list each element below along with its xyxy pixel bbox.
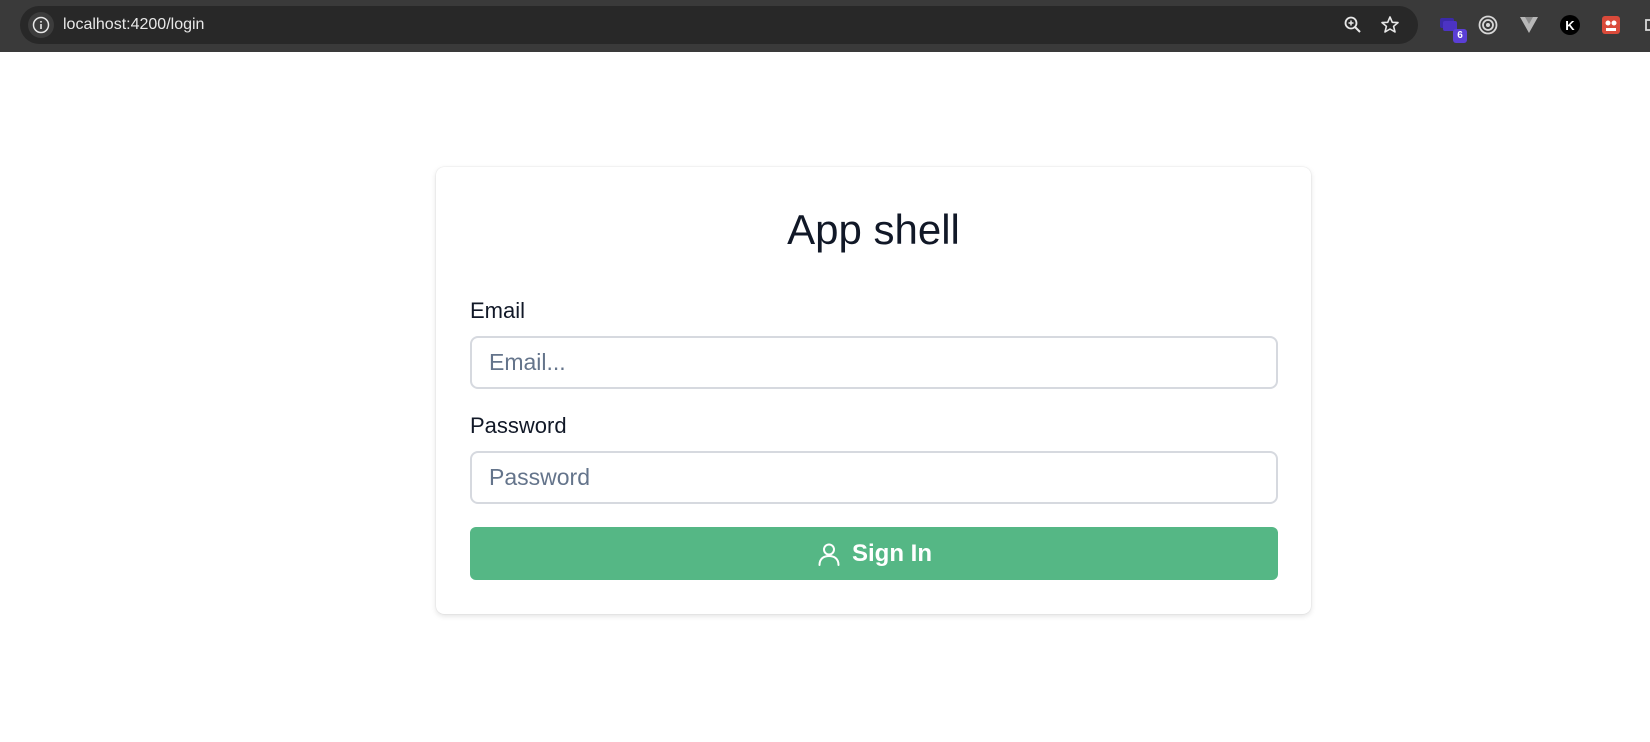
- site-info-icon[interactable]: [28, 12, 54, 38]
- sign-in-button[interactable]: Sign In: [470, 527, 1278, 580]
- email-field[interactable]: [470, 336, 1278, 389]
- bookmark-star-icon[interactable]: [1379, 14, 1401, 36]
- red-face-extension-icon[interactable]: [1599, 13, 1623, 37]
- email-label: Email: [470, 298, 526, 323]
- stacked-extension-icon[interactable]: 6: [1437, 13, 1467, 43]
- target-extension-icon[interactable]: [1476, 13, 1500, 37]
- login-card: App shell Email Password Sign In: [436, 167, 1311, 614]
- address-bar[interactable]: localhost:4200/login: [20, 6, 1418, 44]
- vue-devtools-icon[interactable]: [1517, 13, 1541, 37]
- password-field[interactable]: [470, 451, 1278, 504]
- browser-toolbar: localhost:4200/login 6 K: [0, 0, 1650, 52]
- k-extension-icon[interactable]: K: [1558, 13, 1582, 37]
- svg-text:K: K: [1565, 18, 1575, 33]
- url-text[interactable]: localhost:4200/login: [63, 6, 204, 44]
- zoom-icon[interactable]: [1342, 14, 1364, 36]
- extension-badge: 6: [1453, 29, 1467, 43]
- user-icon: [816, 541, 842, 567]
- password-label: Password: [470, 413, 567, 438]
- page-title: App shell: [787, 206, 960, 253]
- extensions-puzzle-icon[interactable]: [1638, 13, 1650, 37]
- sign-in-label: Sign In: [852, 539, 932, 567]
